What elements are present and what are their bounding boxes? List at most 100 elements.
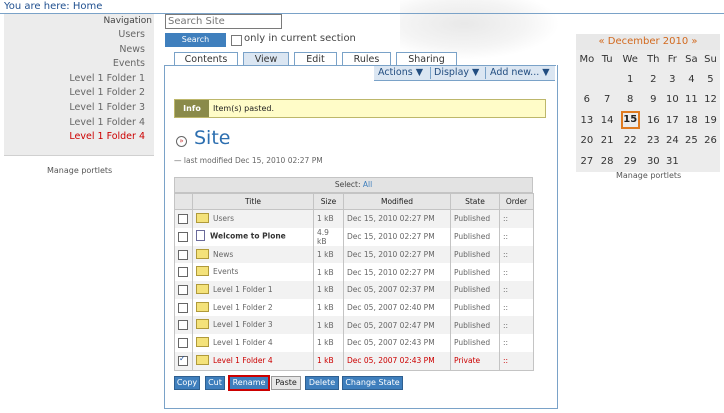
row-modified: Dec 05, 2007 02:40 PM xyxy=(343,298,451,317)
select-row: Select: All xyxy=(174,177,533,193)
calendar-today-label: 15 xyxy=(620,111,640,130)
copy-button[interactable]: Copy xyxy=(174,376,200,390)
row-modified: Dec 05, 2007 02:37 PM xyxy=(343,281,451,299)
actions-separator xyxy=(485,67,486,79)
row-checkbox-checked[interactable] xyxy=(178,354,188,366)
row-order-handle[interactable]: :: xyxy=(499,298,534,317)
row-state: Published xyxy=(450,209,500,228)
breadcrumb-prefix: You are here: xyxy=(4,1,70,12)
manage-portlets-right-link[interactable]: Manage portlets xyxy=(616,171,681,180)
tab-rules[interactable]: Rules xyxy=(342,52,391,66)
actions-menu[interactable]: Actions ▼ xyxy=(378,66,423,80)
only-current-section-label: only in current section xyxy=(244,33,356,44)
row-checkbox[interactable] xyxy=(178,267,188,278)
row-title[interactable]: Users xyxy=(213,214,234,223)
row-state: Published xyxy=(450,298,500,317)
calendar-day: 13 xyxy=(580,114,594,126)
row-title[interactable]: Level 1 Folder 3 xyxy=(213,320,273,329)
nav-item-level1-folder4-current[interactable]: Level 1 Folder 4 xyxy=(4,130,154,145)
row-checkbox[interactable] xyxy=(178,213,188,224)
header-modified[interactable]: Modified xyxy=(343,193,451,210)
calendar-day: 12 xyxy=(704,94,717,106)
row-order-handle[interactable]: :: xyxy=(499,227,534,246)
delete-button[interactable]: Delete xyxy=(305,376,339,390)
header-size[interactable]: Size xyxy=(313,193,344,210)
table-row[interactable]: Level 1 Folder 1 1 kB Dec 05, 2007 02:37… xyxy=(174,281,534,299)
row-size: 1 kB xyxy=(313,281,344,299)
row-title[interactable]: Level 1 Folder 4 xyxy=(213,338,273,347)
row-checkbox[interactable] xyxy=(178,231,188,242)
nav-item-level1-folder2[interactable]: Level 1 Folder 2 xyxy=(4,86,154,101)
table-row[interactable]: News 1 kB Dec 15, 2010 02:27 PM Publishe… xyxy=(174,245,534,264)
nav-item-level1-folder3[interactable]: Level 1 Folder 3 xyxy=(4,101,154,116)
background-logo xyxy=(400,0,560,60)
folder-icon xyxy=(196,319,209,330)
calendar-month-nav[interactable]: « December 2010 » xyxy=(576,34,720,50)
folder-contents: Select: All Title Size Modified State Or… xyxy=(174,177,534,371)
calendar-day: 28 xyxy=(600,155,614,167)
row-order-handle[interactable]: :: xyxy=(499,316,534,335)
header-title[interactable]: Title xyxy=(192,193,314,210)
calendar-day: 29 xyxy=(623,155,637,167)
row-order-handle[interactable]: :: xyxy=(499,351,534,371)
row-title[interactable]: Level 1 Folder 4 xyxy=(213,356,273,365)
calendar-day-header: Th xyxy=(647,54,660,65)
change-state-button[interactable]: Change State xyxy=(342,376,403,390)
only-current-section-checkbox[interactable] xyxy=(231,35,242,46)
cut-button[interactable]: Cut xyxy=(205,376,225,390)
nav-item-users[interactable]: Users xyxy=(4,28,154,43)
tab-view[interactable]: View xyxy=(243,52,289,66)
table-row-selected[interactable]: Level 1 Folder 4 1 kB Dec 05, 2007 02:43… xyxy=(174,351,534,371)
row-title[interactable]: Level 1 Folder 1 xyxy=(213,285,273,294)
row-checkbox[interactable] xyxy=(178,337,188,348)
table-row[interactable]: Level 1 Folder 4 1 kB Dec 05, 2007 02:43… xyxy=(174,334,534,352)
row-title[interactable]: Events xyxy=(213,267,238,276)
row-size: 1 kB xyxy=(313,298,344,317)
row-checkbox[interactable] xyxy=(178,249,188,260)
row-order-handle[interactable]: :: xyxy=(499,245,534,264)
row-title[interactable]: News xyxy=(213,250,233,259)
table-row[interactable]: Users 1 kB Dec 15, 2010 02:27 PM Publish… xyxy=(174,209,534,228)
row-order-handle[interactable]: :: xyxy=(499,281,534,299)
nav-item-level1-folder4[interactable]: Level 1 Folder 4 xyxy=(4,116,154,131)
table-row[interactable]: Welcome to Plone 4.9 kB Dec 15, 2010 02:… xyxy=(174,227,534,246)
row-checkbox[interactable] xyxy=(178,284,188,295)
header-state[interactable]: State xyxy=(450,193,500,210)
manage-portlets-left-link[interactable]: Manage portlets xyxy=(47,166,112,175)
table-row[interactable]: Level 1 Folder 3 1 kB Dec 05, 2007 02:47… xyxy=(174,316,534,335)
nav-item-news[interactable]: News xyxy=(4,43,154,58)
row-title[interactable]: Welcome to Plone xyxy=(210,232,286,241)
nav-item-level1-folder1[interactable]: Level 1 Folder 1 xyxy=(4,72,154,87)
row-state: Private xyxy=(450,351,500,371)
tab-sharing[interactable]: Sharing xyxy=(396,52,457,66)
row-title[interactable]: Level 1 Folder 2 xyxy=(213,303,273,312)
calendar-day: 10 xyxy=(665,94,679,106)
info-message: Info Item(s) pasted. xyxy=(174,99,546,118)
row-order-handle[interactable]: :: xyxy=(499,263,534,282)
calendar-day: 5 xyxy=(707,73,714,85)
calendar-day: 30 xyxy=(646,155,660,167)
table-row[interactable]: Events 1 kB Dec 15, 2010 02:27 PM Publis… xyxy=(174,263,534,282)
row-modified: Dec 05, 2007 02:43 PM xyxy=(343,334,451,352)
rename-button[interactable]: Rename xyxy=(228,375,270,391)
calendar-day: 27 xyxy=(580,155,594,167)
row-checkbox[interactable] xyxy=(178,302,188,313)
row-order-handle[interactable]: :: xyxy=(499,334,534,352)
calendar-day-header: Sa xyxy=(685,54,698,65)
navigation-title: Navigation xyxy=(103,16,152,26)
search-button[interactable]: Search xyxy=(165,33,226,47)
row-checkbox[interactable] xyxy=(178,320,188,331)
add-new-menu[interactable]: Add new... ▼ xyxy=(490,66,550,80)
nav-item-events[interactable]: Events xyxy=(4,57,154,72)
paste-button[interactable]: Paste xyxy=(271,376,301,390)
header-checkbox xyxy=(174,193,193,210)
breadcrumb-home-link[interactable]: Home xyxy=(73,1,103,12)
display-menu[interactable]: Display ▼ xyxy=(434,66,479,80)
header-order[interactable]: Order xyxy=(499,193,534,210)
select-all-link[interactable]: All xyxy=(363,180,372,189)
table-row[interactable]: Level 1 Folder 2 1 kB Dec 05, 2007 02:40… xyxy=(174,298,534,317)
tab-edit[interactable]: Edit xyxy=(294,52,337,66)
tab-contents[interactable]: Contents xyxy=(174,52,238,66)
search-input[interactable] xyxy=(165,14,282,29)
row-order-handle[interactable]: :: xyxy=(499,209,534,228)
